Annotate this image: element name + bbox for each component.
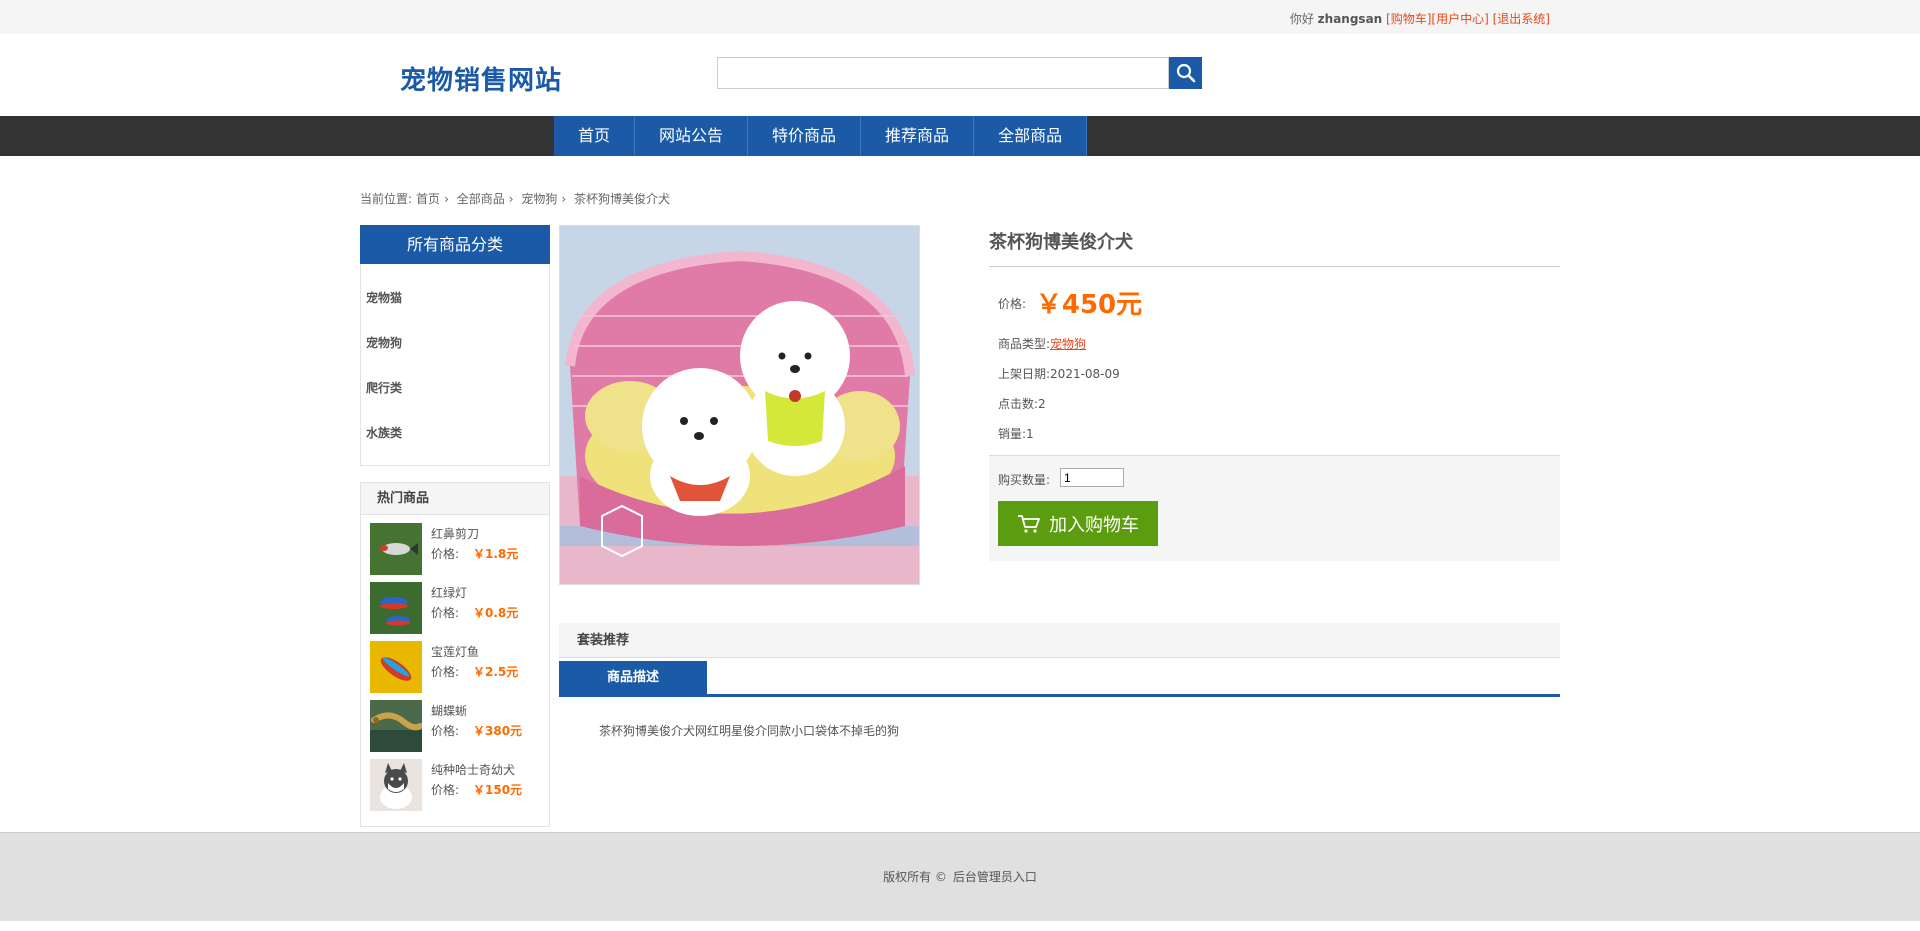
product-info: 茶杯狗博美俊介犬 价格: ￥450元 商品类型:宠物狗 上架日期:2021-08…: [989, 225, 1560, 561]
hot-products-panel: 热门商品 红鼻剪刀 价格: ￥1.8元 红绿灯 价格: ￥0.8元 宝莲灯鱼 价…: [360, 482, 550, 827]
product-description: 茶杯狗博美俊介犬网红明星俊介同款小口袋体不掉毛的狗: [599, 724, 900, 738]
add-to-cart-label: 加入购物车: [1049, 514, 1139, 536]
category-reptiles[interactable]: 爬行类: [361, 378, 549, 423]
hot-product-price-label: 价格:: [431, 783, 460, 797]
hot-product-price: ￥1.8元: [473, 547, 519, 561]
category-panel-title: 所有商品分类: [360, 225, 550, 264]
nav-announcements[interactable]: 网站公告: [635, 116, 749, 156]
hot-product-price: ￥0.8元: [473, 606, 519, 620]
add-to-cart-button[interactable]: 加入购物车: [998, 501, 1158, 546]
tab-description[interactable]: 商品描述: [559, 661, 707, 694]
main-nav: 首页 网站公告 特价商品 推荐商品 全部商品: [0, 116, 1920, 156]
product-photo: [560, 226, 919, 584]
purchase-box: 购买数量: 加入购物车: [989, 455, 1560, 561]
product-title: 茶杯狗博美俊介犬: [989, 225, 1560, 267]
breadcrumb-item-home[interactable]: 首页: [416, 192, 440, 206]
bundle-recommend-header: 套装推荐: [559, 623, 1560, 658]
breadcrumb: 当前位置: 首页 › 全部商品 › 宠物狗 › 茶杯狗博美俊介犬: [360, 190, 674, 207]
username: zhangsan: [1317, 12, 1383, 26]
product-clicks: 2: [1038, 397, 1046, 411]
category-aquatic[interactable]: 水族类: [361, 423, 549, 468]
breadcrumb-separator: ›: [444, 192, 449, 206]
cart-icon: [1018, 514, 1040, 533]
hot-product-price: ￥2.5元: [473, 665, 519, 679]
header: 宠物销售网站: [0, 34, 1920, 116]
footer: 版权所有 © 后台管理员入口: [0, 832, 1920, 921]
fish-thumbnail[interactable]: [370, 523, 422, 575]
nav-home[interactable]: 首页: [554, 116, 636, 156]
product-type-link[interactable]: 宠物狗: [1050, 337, 1086, 351]
hot-products-title: 热门商品: [361, 483, 549, 515]
breadcrumb-separator: ›: [561, 192, 567, 206]
nav-recommended[interactable]: 推荐商品: [861, 116, 975, 156]
logout-link[interactable]: [退出系统]: [1493, 12, 1550, 26]
search-input[interactable]: [717, 57, 1169, 89]
lizard-thumbnail[interactable]: [370, 700, 422, 752]
nav-special-offers[interactable]: 特价商品: [748, 116, 862, 156]
greeting-text: 你好: [1289, 12, 1314, 26]
user-center-link[interactable]: [用户中心]: [1431, 12, 1488, 26]
hot-product-price: ￥150元: [473, 783, 523, 797]
detail-tabs: 商品描述: [559, 661, 1560, 697]
product-sales: 1: [1026, 427, 1034, 441]
fish-thumbnail[interactable]: [370, 582, 422, 634]
search-bar: [717, 57, 1202, 89]
category-panel: 所有商品分类 宠物猫 宠物狗 爬行类 水族类: [360, 225, 550, 466]
date-label: 上架日期:: [998, 367, 1051, 381]
copyright-text: 版权所有 ©: [883, 870, 947, 884]
date-row: 上架日期:2021-08-09: [989, 359, 1560, 389]
type-row: 商品类型:宠物狗: [989, 329, 1560, 359]
clicks-label: 点击数:: [998, 397, 1039, 411]
hot-product-price: ￥380元: [473, 724, 523, 738]
fish-thumbnail[interactable]: [370, 641, 422, 693]
quantity-input[interactable]: [1060, 468, 1124, 487]
hot-product-name[interactable]: 宝莲灯鱼: [431, 643, 479, 660]
site-logo[interactable]: 宠物销售网站: [400, 60, 562, 97]
hot-product-price-label: 价格:: [431, 606, 460, 620]
sales-label: 销量:: [998, 427, 1027, 441]
nav-all-products[interactable]: 全部商品: [974, 116, 1088, 156]
breadcrumb-prefix: 当前位置:: [360, 192, 413, 206]
hot-product-name[interactable]: 纯种哈士奇幼犬: [431, 761, 515, 778]
search-button[interactable]: [1169, 57, 1202, 89]
hot-product-item[interactable]: 宝莲灯鱼 价格: ￥2.5元: [361, 633, 549, 693]
type-label: 商品类型:: [998, 337, 1051, 351]
hot-product-price-label: 价格:: [431, 547, 460, 561]
cart-link[interactable]: [购物车]: [1386, 12, 1431, 26]
product-date: 2021-08-09: [1050, 367, 1120, 381]
breadcrumb-separator: ›: [508, 192, 514, 206]
product-image: [559, 225, 920, 585]
admin-link[interactable]: 后台管理员入口: [953, 870, 1037, 884]
search-icon: [1176, 63, 1195, 83]
breadcrumb-item-current: 茶杯狗博美俊介犬: [574, 192, 671, 206]
price-label: 价格:: [998, 297, 1027, 311]
product-price: ￥450元: [1035, 289, 1143, 320]
sales-row: 销量:1: [989, 419, 1560, 449]
hot-product-name[interactable]: 蝴蝶蜥: [431, 702, 467, 719]
hot-product-item[interactable]: 红鼻剪刀 价格: ￥1.8元: [361, 515, 549, 575]
hot-product-name[interactable]: 红绿灯: [431, 584, 467, 601]
category-dogs[interactable]: 宠物狗: [361, 333, 549, 378]
category-cats[interactable]: 宠物猫: [361, 288, 549, 333]
hot-product-item[interactable]: 纯种哈士奇幼犬 价格: ￥150元: [361, 751, 549, 811]
user-links: 你好 zhangsan [购物车][用户中心] [退出系统]: [1290, 10, 1550, 27]
hot-product-price-label: 价格:: [431, 724, 460, 738]
clicks-row: 点击数:2: [989, 389, 1560, 419]
hot-product-name[interactable]: 红鼻剪刀: [431, 525, 479, 542]
breadcrumb-item-all[interactable]: 全部商品: [457, 192, 505, 206]
top-bar: 你好 zhangsan [购物车][用户中心] [退出系统]: [0, 0, 1920, 34]
quantity-label: 购买数量:: [998, 473, 1051, 487]
hot-product-price-label: 价格:: [431, 665, 460, 679]
hot-product-item[interactable]: 红绿灯 价格: ￥0.8元: [361, 574, 549, 634]
hot-product-item[interactable]: 蝴蝶蜥 价格: ￥380元: [361, 692, 549, 752]
breadcrumb-item-category[interactable]: 宠物狗: [521, 192, 557, 206]
husky-thumbnail[interactable]: [370, 759, 422, 811]
price-row: 价格: ￥450元: [989, 279, 1560, 329]
